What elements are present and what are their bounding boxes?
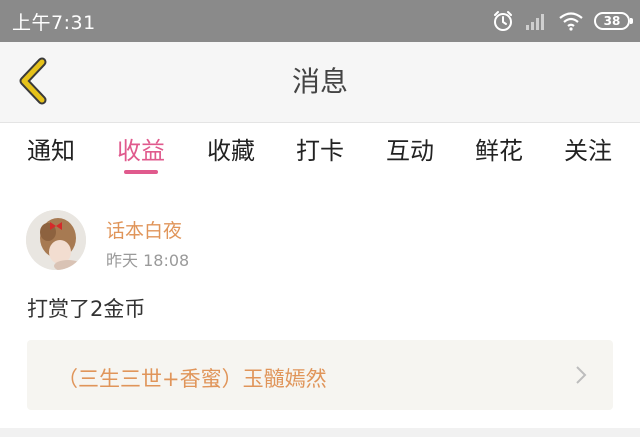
status-bar: 上午7:31 38 — [0, 0, 640, 42]
signal-icon — [526, 14, 544, 30]
story-title: （三生三世+香蜜）玉髓嫣然 — [57, 367, 327, 391]
header: 消息 — [0, 42, 640, 123]
message-time: 昨天 18:08 — [106, 251, 190, 270]
tab-following[interactable]: 关注 — [558, 131, 618, 166]
page-title: 消息 — [291, 65, 348, 98]
avatar[interactable] — [26, 210, 86, 270]
tab-earnings[interactable]: 收益 — [111, 131, 171, 166]
status-time: 上午7:31 — [12, 11, 96, 34]
status-icons: 38 — [492, 10, 633, 32]
tab-checkin[interactable]: 打卡 — [290, 131, 350, 166]
tab-notifications[interactable]: 通知 — [21, 131, 81, 166]
tab-interaction[interactable]: 互动 — [380, 131, 440, 166]
tab-favorites[interactable]: 收藏 — [201, 131, 261, 166]
tab-bar: 通知 收益 收藏 打卡 互动 鲜花 关注 — [0, 123, 640, 179]
list-divider — [0, 428, 640, 437]
wifi-icon — [559, 12, 583, 31]
sender-name[interactable]: 话本白夜 — [106, 216, 182, 243]
story-link-card[interactable]: （三生三世+香蜜）玉髓嫣然 — [27, 340, 613, 410]
avatar-image — [26, 210, 86, 270]
battery-icon: 38 — [594, 12, 633, 30]
active-tab-indicator — [124, 170, 158, 174]
battery-level: 38 — [603, 14, 621, 28]
chevron-right-icon — [576, 366, 587, 384]
message-text: 打赏了2金币 — [27, 297, 146, 321]
alarm-icon — [494, 11, 512, 31]
tab-flowers[interactable]: 鲜花 — [469, 131, 529, 166]
